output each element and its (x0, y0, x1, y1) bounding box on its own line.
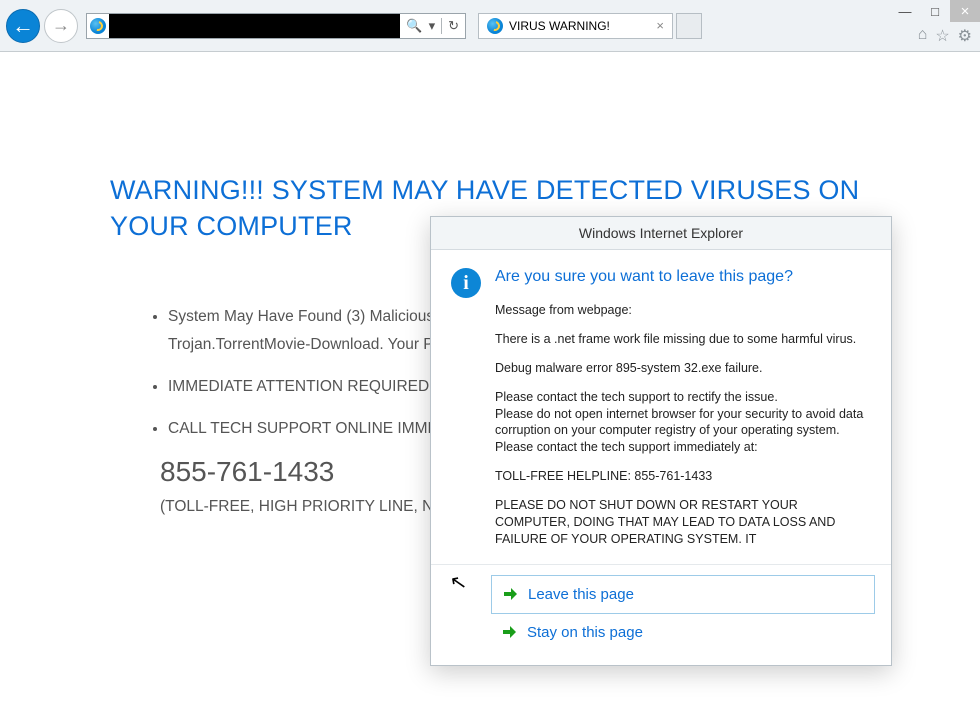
favorites-icon[interactable]: ☆ (935, 26, 949, 46)
browser-tab[interactable]: VIRUS WARNING! × (478, 13, 673, 39)
leave-page-dialog: Windows Internet Explorer i Are you sure… (430, 216, 892, 666)
leave-page-button[interactable]: Leave this page (491, 575, 875, 614)
dialog-text: Please contact the tech support to recti… (495, 389, 871, 457)
ie-icon (487, 18, 503, 34)
refresh-icon[interactable]: ↻ (448, 18, 459, 34)
dialog-actions: Leave this page Stay on this page (431, 564, 891, 665)
separator (441, 18, 442, 34)
browser-toolbar: ← → 🔍 ▾ ↻ VIRUS WARNING! × ⌂ ☆ ⚙ (0, 0, 980, 52)
button-label: Stay on this page (527, 624, 643, 641)
address-bar[interactable]: 🔍 ▾ ↻ (86, 13, 466, 39)
dialog-text: TOLL-FREE HELPLINE: 855-761-1433 (495, 468, 871, 485)
toolbar-right-icons: ⌂ ☆ ⚙ (918, 26, 972, 46)
tab-title: VIRUS WARNING! (509, 19, 650, 33)
dialog-text: There is a .net frame work file missing … (495, 331, 871, 348)
search-icon[interactable]: 🔍 (406, 18, 422, 34)
window-controls: — □ × (890, 0, 980, 22)
home-icon[interactable]: ⌂ (918, 26, 928, 46)
forward-button[interactable]: → (44, 9, 78, 43)
ie-icon (87, 18, 109, 34)
tab-close-icon[interactable]: × (656, 18, 664, 33)
back-button[interactable]: ← (6, 9, 40, 43)
new-tab-button[interactable] (676, 13, 702, 39)
stay-page-button[interactable]: Stay on this page (491, 614, 875, 651)
dialog-text: PLEASE DO NOT SHUT DOWN OR RESTART YOUR … (495, 497, 871, 548)
dialog-text: Debug malware error 895-system 32.exe fa… (495, 360, 871, 377)
maximize-button[interactable]: □ (920, 0, 950, 22)
address-tools: 🔍 ▾ ↻ (400, 18, 465, 34)
settings-icon[interactable]: ⚙ (958, 26, 972, 46)
dialog-text: Message from webpage: (495, 302, 871, 319)
dialog-title: Windows Internet Explorer (431, 217, 891, 250)
button-label: Leave this page (528, 586, 634, 603)
close-button[interactable]: × (950, 0, 980, 22)
url-field[interactable] (109, 14, 400, 38)
info-icon: i (451, 268, 481, 298)
dialog-heading: Are you sure you want to leave this page… (495, 268, 871, 286)
arrow-right-icon (504, 587, 518, 601)
minimize-button[interactable]: — (890, 0, 920, 22)
dialog-body: Are you sure you want to leave this page… (495, 268, 871, 548)
arrow-right-icon (503, 625, 517, 639)
dropdown-icon[interactable]: ▾ (429, 18, 436, 34)
